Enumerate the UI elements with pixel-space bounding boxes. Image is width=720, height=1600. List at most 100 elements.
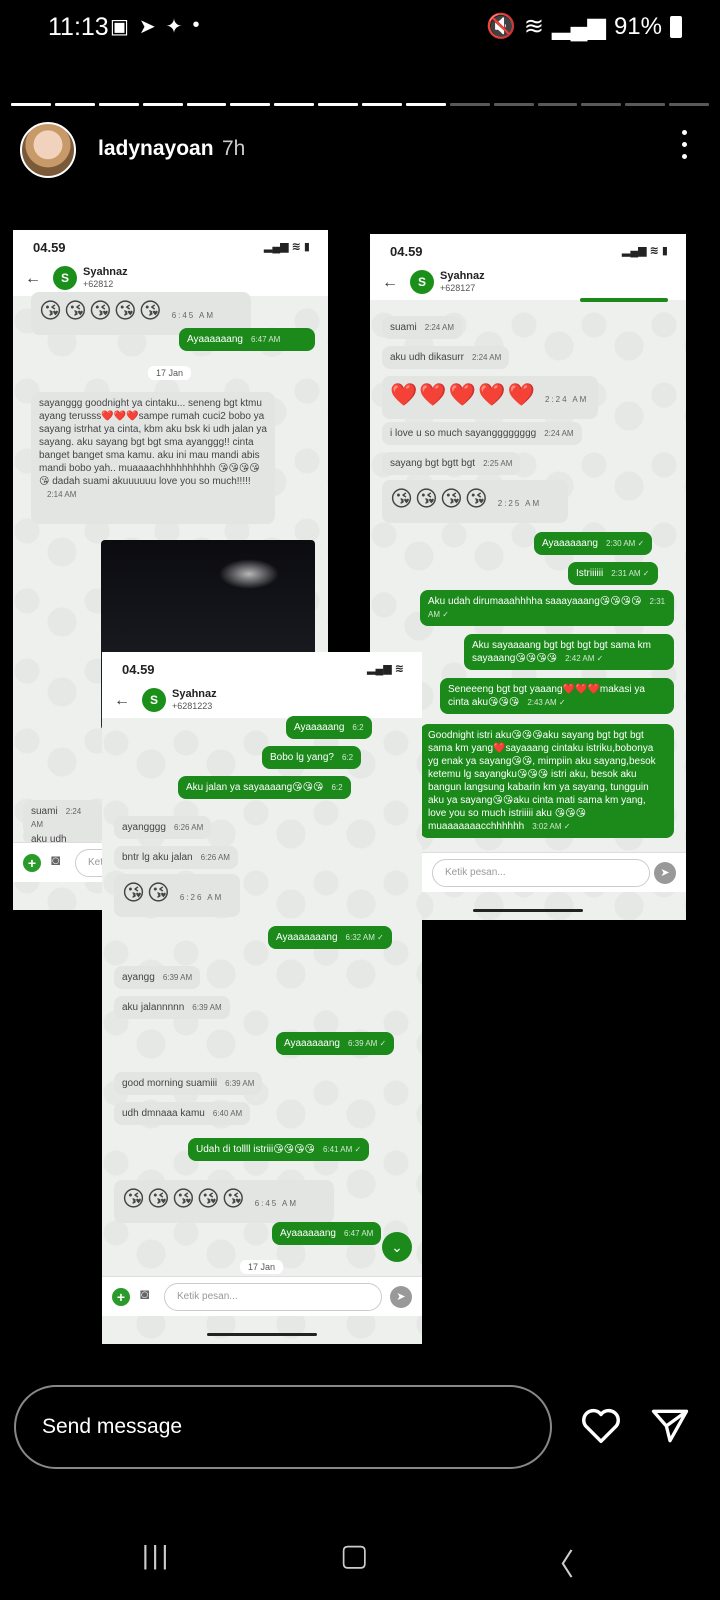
message-in: i love u so much sayangggggggg 2:24 AM [382, 422, 582, 445]
progress-segment [54, 103, 95, 106]
plus-icon: + [23, 854, 41, 872]
message-input: Ketik pesan... [432, 859, 650, 887]
contact-number: +6281223 [172, 701, 213, 711]
clock: 11:13 [48, 13, 109, 41]
camera-icon: ◙ [140, 1286, 150, 1303]
contact-number: +62812 [83, 279, 114, 289]
phone-status-icons: ▂▄▆ ≋ [367, 663, 404, 675]
story-age: 7h [222, 137, 246, 160]
progress-segment [581, 103, 622, 106]
gallery-icon: ▣ [110, 16, 129, 38]
message-out: Ayaaaaang 6:2 [286, 716, 372, 739]
progress-segment [362, 103, 402, 106]
message-out: Ayaaaaaang 6:47 AM [272, 1222, 382, 1245]
share-send-icon[interactable] [648, 1404, 692, 1448]
mute-icon: 🔇 [486, 13, 516, 40]
contact-avatar: S [142, 688, 166, 712]
message-out: Ayaaaaaang 6:47 AM [179, 328, 315, 351]
scroll-down-icon: ⌄ [382, 1232, 412, 1262]
message-out: Seneeeng bgt bgt yaaang❤️❤️❤️makasi ya c… [440, 678, 674, 714]
progress-segment [537, 103, 578, 106]
message-in: aku jalannnnn 6:39 AM [114, 996, 230, 1019]
home-indicator [207, 1333, 317, 1336]
status-bar: 11:13 ▣ ➤ ✦ • 🔇 ≋ ▂▄▆ 91% [0, 0, 720, 56]
phone-status-icons: ▂▄▆ ≋ ▮ [263, 241, 310, 253]
progress-segment [318, 103, 358, 106]
message-out: Aku sayaaaang bgt bgt bgt bgt sama km sa… [464, 634, 674, 670]
message-in: sayang bgt bgtt bgt 2:25 AM [382, 452, 521, 475]
progress-segment [405, 103, 446, 106]
story-progress [11, 103, 709, 106]
send-icon: ➤ [390, 1286, 412, 1308]
story-header: ladynayoan 7h [20, 122, 700, 178]
dot-icon: • [192, 14, 200, 36]
contact-number: +628127 [440, 283, 476, 293]
progress-segment [449, 103, 490, 106]
phone-time: 04.59 [33, 240, 66, 255]
chat-screenshot-middle: 04.59 ▂▄▆ ≋ ← S Syahnaz +6281223 Ayaaaaan… [102, 652, 422, 1344]
message-in: suami 2:24 AM [382, 316, 463, 339]
send-icon: ➤ [654, 862, 676, 884]
progress-segment [625, 103, 666, 106]
back-arrow-icon: ← [25, 270, 41, 287]
system-icons: 🔇 ≋ ▂▄▆ 91% [486, 12, 682, 41]
progress-segment [230, 103, 271, 106]
recent-apps-icon[interactable]: ||| [142, 1540, 171, 1571]
compose-bar: + ◙ Ketik pesan... ➤ [102, 1276, 422, 1316]
message-out: Ayaaaaaang 2:30 AM ✓ [534, 532, 653, 555]
message-out: Ayaaaaaang 6:39 AM ✓ [276, 1032, 395, 1055]
contact-name: Syahnaz [172, 688, 217, 700]
progress-segment [274, 103, 315, 106]
username[interactable]: ladynayoan [98, 137, 214, 161]
message-in: 😘😘😘😘😘 6:45 AM [114, 1180, 334, 1223]
more-options-icon[interactable] [682, 130, 688, 159]
twitter-icon: ✦ [165, 16, 183, 38]
camera-icon: ◙ [51, 852, 61, 869]
message-in: 😘😘 6:26 AM [114, 874, 240, 917]
progress-segment [98, 103, 139, 106]
message-in: ❤️❤️❤️❤️❤️ 2:24 AM [382, 376, 598, 419]
message-out: Goodnight istri aku😘😘😘aku sayang bgt bgt… [420, 724, 674, 838]
progress-segment [493, 103, 534, 106]
back-arrow-icon: ← [114, 692, 130, 709]
message-out: Bobo lg yang? 6:2 [262, 746, 362, 769]
home-icon[interactable]: ▢ [340, 1538, 368, 1573]
notification-icons: ▣ ➤ ✦ • [110, 14, 199, 39]
send-message-input[interactable]: Send message [14, 1385, 552, 1469]
message-out: Udah di tollll istriii😘😘😘😘 6:41 AM ✓ [188, 1138, 370, 1161]
telegram-icon: ➤ [138, 16, 156, 38]
progress-segment [669, 103, 709, 106]
message-out: Ayaaaaaaang 6:32 AM ✓ [268, 926, 392, 949]
message-in: aku udh dikasurr 2:24 AM [382, 346, 510, 369]
back-icon[interactable]: 〈 [544, 1540, 574, 1584]
contact-name: Syahnaz [440, 270, 485, 282]
message-in: sayanggg goodnight ya cintaku... seneng … [31, 392, 275, 524]
avatar[interactable] [20, 122, 76, 178]
navigation-bar: ||| ▢ 〈 [0, 1538, 720, 1600]
message-out: Aku jalan ya sayaaaang😘😘😘 6:2 [178, 776, 351, 799]
send-message-placeholder: Send message [42, 1415, 183, 1438]
progress-segment [11, 103, 51, 106]
phone-time: 04.59 [390, 244, 423, 259]
home-indicator [473, 909, 583, 912]
message-input: Ketik pesan... [164, 1283, 382, 1311]
progress-segment [142, 103, 183, 106]
contact-avatar: S [53, 266, 77, 290]
battery-percent: 91% [613, 12, 662, 40]
cut-message [580, 298, 668, 302]
wifi-icon: ≋ [523, 13, 545, 40]
message-in: 😘😘😘😘 2:25 AM [382, 480, 568, 523]
message-in: udh dmnaaa kamu 6:40 AM [114, 1102, 251, 1125]
battery-icon [670, 15, 682, 38]
phone-status-icons: ▂▄▆ ≋ ▮ [621, 245, 668, 257]
back-arrow-icon: ← [382, 274, 398, 291]
message-in: good morning suamiii 6:39 AM [114, 1072, 263, 1095]
date-divider: 17 Jan [240, 1260, 284, 1274]
message-out: Istriiiiii 2:31 AM ✓ [568, 562, 658, 585]
date-divider: 17 Jan [148, 366, 192, 380]
signal-icon: ▂▄▆ [552, 13, 606, 40]
message-in: bntr lg aku jalan 6:26 AM [114, 846, 238, 869]
like-heart-icon[interactable] [578, 1402, 624, 1448]
message-in: ayangggg 6:26 AM [114, 816, 212, 839]
plus-icon: + [112, 1288, 130, 1306]
